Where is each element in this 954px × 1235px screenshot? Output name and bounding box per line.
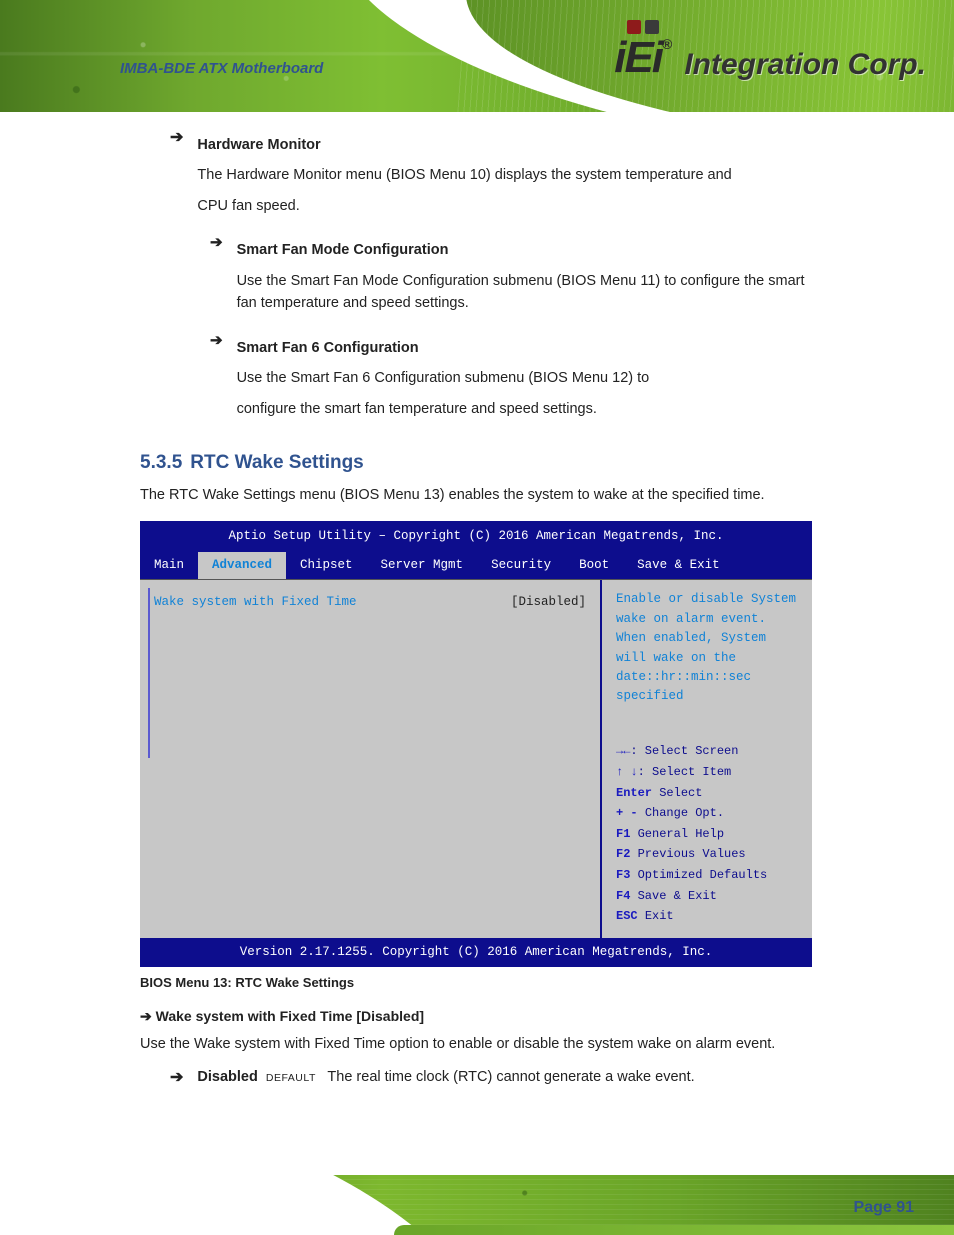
key-desc: : Select Screen <box>630 744 738 758</box>
key-f3: F3 <box>616 868 630 882</box>
smart-fan6-config-item: ➔ Smart Fan 6 Configuration Use the Smar… <box>210 329 820 428</box>
bios-tab-saveexit[interactable]: Save & Exit <box>623 552 734 579</box>
logo-square-red <box>627 20 641 34</box>
smart-fan-label: Smart Fan Mode Configuration <box>237 242 449 258</box>
option-name: Disabled DEFAULT <box>197 1066 327 1088</box>
key-desc: Optimized Defaults <box>638 868 768 882</box>
bios-tab-advanced[interactable]: Advanced <box>198 552 286 579</box>
bios-help-text: Enable or disable System wake on alarm e… <box>616 590 798 740</box>
hw-monitor-item: ➔ Hardware Monitor The Hardware Monitor … <box>170 126 820 225</box>
logo-registered: ® <box>662 36 672 52</box>
section-intro: The RTC Wake Settings menu (BIOS Menu 13… <box>140 484 820 506</box>
bios-body: Wake system with Fixed Time [Disabled] E… <box>140 579 812 937</box>
hw-monitor-desc-2: CPU fan speed. <box>197 195 820 217</box>
option-heading-text: Wake system with Fixed Time [Disabled] <box>156 1008 424 1024</box>
arrows-lr-icon: →← <box>616 744 630 758</box>
bios-left-panel: Wake system with Fixed Time [Disabled] <box>140 580 600 937</box>
logo-corp-text: Integration Corp. <box>684 50 926 80</box>
brand-logo: iEi ® Integration Corp. <box>614 20 926 80</box>
bios-tab-servermgmt[interactable]: Server Mgmt <box>367 552 478 579</box>
logo-iei-text: iEi <box>614 36 662 80</box>
default-tag: DEFAULT <box>266 1072 316 1084</box>
key-plusminus: + - <box>616 806 638 820</box>
smart-fan-config-item: ➔ Smart Fan Mode Configuration Use the S… <box>210 231 820 322</box>
key-f2: F2 <box>616 847 630 861</box>
logo-mark: iEi ® <box>614 20 672 80</box>
hw-monitor-label: Hardware Monitor <box>197 137 320 153</box>
smart-fan6-desc-2: configure the smart fan temperature and … <box>237 398 820 420</box>
section-title: RTC Wake Settings <box>190 452 364 473</box>
bios-option-value: [Disabled] <box>511 593 586 612</box>
bios-caption: BIOS Menu 13: RTC Wake Settings <box>140 975 820 990</box>
key-desc: Exit <box>645 909 674 923</box>
arrows-ud-icon: ↑ ↓ <box>616 765 638 779</box>
bios-tab-row: Main Advanced Chipset Server Mgmt Securi… <box>140 552 812 579</box>
bios-tab-chipset[interactable]: Chipset <box>286 552 367 579</box>
option-item-desc: The real time clock (RTC) cannot generat… <box>327 1066 820 1088</box>
key-desc: Previous Values <box>638 847 746 861</box>
bios-option-row[interactable]: Wake system with Fixed Time [Disabled] <box>154 593 586 612</box>
key-enter: Enter <box>616 786 652 800</box>
bios-tab-boot[interactable]: Boot <box>565 552 623 579</box>
option-heading: ➔ Wake system with Fixed Time [Disabled] <box>140 1008 820 1025</box>
footer: Page 91 <box>0 1125 954 1235</box>
smart-fan6-desc-1: Use the Smart Fan 6 Configuration submen… <box>237 367 820 389</box>
key-desc: Save & Exit <box>638 889 717 903</box>
bios-title: Aptio Setup Utility – Copyright (C) 2016… <box>140 521 812 552</box>
bios-screenshot: Aptio Setup Utility – Copyright (C) 2016… <box>140 521 812 967</box>
arrow-icon: ➔ <box>170 1066 183 1091</box>
section-heading: 5.3.5 RTC Wake Settings <box>140 452 820 474</box>
key-desc: Select <box>659 786 702 800</box>
bios-option-label: Wake system with Fixed Time <box>154 593 357 612</box>
smart-fan-desc: Use the Smart Fan Mode Configuration sub… <box>237 270 820 315</box>
page-number: Page 91 <box>854 1199 914 1217</box>
key-f4: F4 <box>616 889 630 903</box>
hw-monitor-desc-1: The Hardware Monitor menu (BIOS Menu 10)… <box>197 164 820 186</box>
key-f1: F1 <box>616 827 630 841</box>
bios-tab-security[interactable]: Security <box>477 552 565 579</box>
key-desc: General Help <box>638 827 724 841</box>
page-content: ➔ Hardware Monitor The Hardware Monitor … <box>140 120 820 1096</box>
key-desc: Change Opt. <box>645 806 724 820</box>
option-item-disabled: ➔ Disabled DEFAULT The real time clock (… <box>170 1066 820 1091</box>
logo-square-dark <box>645 20 659 34</box>
key-desc: : Select Item <box>638 765 732 779</box>
header-band: iEi ® Integration Corp. <box>0 0 954 112</box>
bios-key-legend: →←: Select Screen ↑ ↓: Select Item Enter… <box>616 740 798 927</box>
product-label: IMBA-BDE ATX Motherboard <box>120 60 323 77</box>
bios-version: Version 2.17.1255. Copyright (C) 2016 Am… <box>140 938 812 967</box>
section-number: 5.3.5 <box>140 452 182 473</box>
footer-thin-bar <box>394 1225 954 1235</box>
option-desc: Use the Wake system with Fixed Time opti… <box>140 1033 820 1055</box>
arrow-icon: ➔ <box>210 329 223 352</box>
arrow-icon: ➔ <box>170 126 183 151</box>
key-esc: ESC <box>616 909 638 923</box>
arrow-icon: ➔ <box>210 231 223 254</box>
bios-tab-main[interactable]: Main <box>140 552 198 579</box>
smart-fan6-label: Smart Fan 6 Configuration <box>237 340 419 356</box>
bios-right-panel: Enable or disable System wake on alarm e… <box>600 580 812 937</box>
option-name-text: Disabled <box>197 1069 257 1085</box>
logo-squares <box>627 20 659 34</box>
